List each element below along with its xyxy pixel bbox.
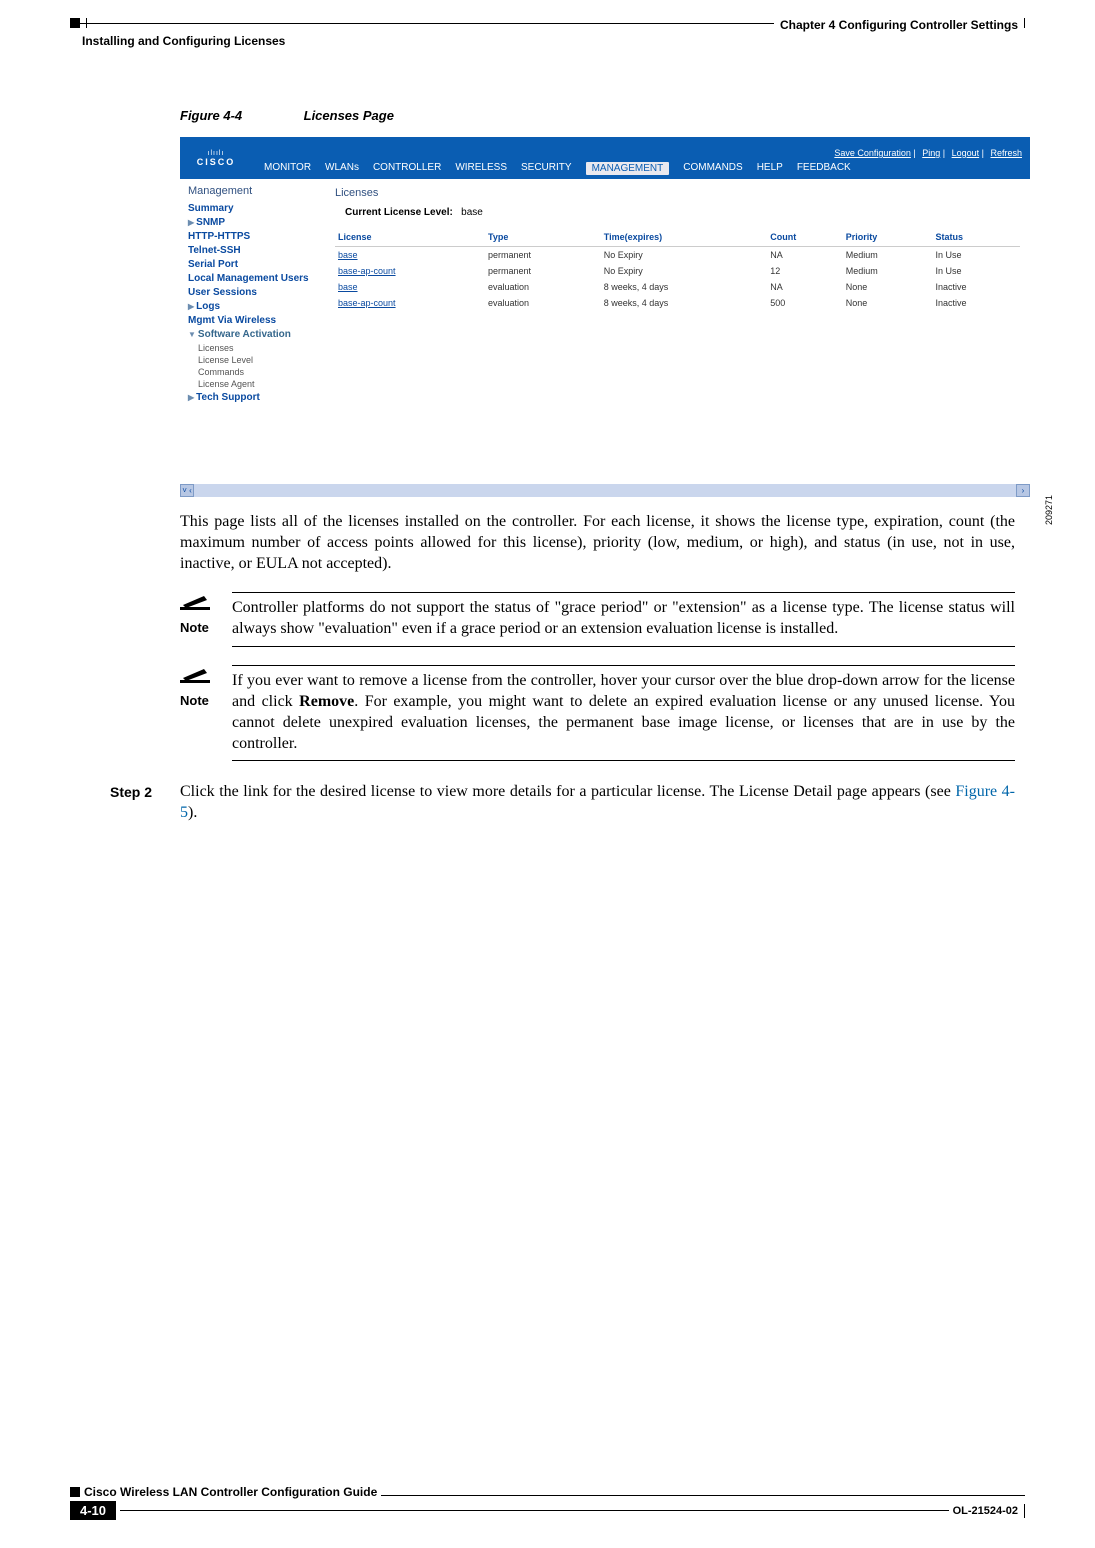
tab-feedback[interactable]: FEEDBACK <box>797 162 851 175</box>
chevron-right-icon: ▶ <box>188 302 194 311</box>
sidebar-software-activation[interactable]: ▼Software Activation <box>188 329 319 340</box>
chevron-right-icon: ▶ <box>188 218 194 227</box>
note-text: Controller platforms do not support the … <box>232 599 1015 637</box>
tab-help[interactable]: HELP <box>757 162 783 175</box>
figure-number: Figure 4-4 <box>180 108 300 123</box>
note-rule-bottom <box>232 760 1015 761</box>
tab-management[interactable]: MANAGEMENT <box>586 162 670 175</box>
tab-wireless[interactable]: WIRELESS <box>455 162 507 175</box>
figure-caption: Figure 4-4 Licenses Page <box>180 108 1025 123</box>
page-footer: Cisco Wireless LAN Controller Configurat… <box>70 1485 1025 1520</box>
step-label: Step 2 <box>110 781 180 823</box>
table-row: base evaluation 8 weeks, 4 days NA None … <box>335 279 1020 295</box>
sidebar-sub-license-agent[interactable]: License Agent <box>198 379 319 389</box>
cisco-logo-text: CISCO <box>197 157 236 167</box>
sidebar-mgmt-wireless[interactable]: Mgmt Via Wireless <box>188 315 319 326</box>
col-priority: Priority <box>843 228 933 247</box>
license-link[interactable]: base <box>335 247 485 264</box>
header-square-left <box>70 18 80 28</box>
note-rule-top <box>232 665 1015 666</box>
col-time: Time(expires) <box>601 228 768 247</box>
note-rule-bottom <box>232 646 1015 647</box>
note-block-1: Note Controller platforms do not support… <box>180 592 1015 646</box>
note-text-bold: Remove <box>299 693 354 710</box>
page-number: 4-10 <box>70 1501 116 1520</box>
note-pencil-icon <box>180 594 210 612</box>
figure-title: Licenses Page <box>304 108 394 123</box>
chapter-title: Chapter 4 Configuring Controller Setting… <box>774 18 1018 32</box>
document-id: OL-21524-02 <box>953 1505 1018 1517</box>
license-link[interactable]: base-ap-count <box>335 263 485 279</box>
col-license: License <box>335 228 485 247</box>
note-rule-top <box>232 592 1015 593</box>
sidebar-logs[interactable]: ▶Logs <box>188 301 319 312</box>
sidebar-title: Management <box>188 185 319 197</box>
util-ping[interactable]: Ping <box>922 148 940 158</box>
cisco-logo-bars: ılıılı <box>208 150 225 157</box>
sidebar-telnet[interactable]: Telnet-SSH <box>188 245 319 256</box>
tab-security[interactable]: SECURITY <box>521 162 572 175</box>
scroll-track[interactable] <box>194 485 1016 496</box>
step-text-b: ). <box>188 804 197 821</box>
section-title: Installing and Configuring Licenses <box>82 34 1025 48</box>
sidebar-local-mgmt[interactable]: Local Management Users <box>188 273 319 284</box>
tab-monitor[interactable]: MONITOR <box>264 162 311 175</box>
table-header-row: License Type Time(expires) Count Priorit… <box>335 228 1020 247</box>
figure-side-id: 209271 <box>1044 495 1054 525</box>
note-pencil-icon <box>180 667 210 685</box>
tab-controller[interactable]: CONTROLLER <box>373 162 441 175</box>
util-refresh[interactable]: Refresh <box>990 148 1022 158</box>
sidebar-http[interactable]: HTTP-HTTPS <box>188 231 319 242</box>
current-license-level: Current License Level: base <box>345 207 1020 218</box>
note-label: Note <box>180 693 232 708</box>
app-topbar: ılıılı CISCO Save Configuration | Ping |… <box>180 137 1030 179</box>
sidebar-sub-commands[interactable]: Commands <box>198 367 319 377</box>
paragraph-intro: This page lists all of the licenses inst… <box>180 511 1015 574</box>
horizontal-scrollbar[interactable]: ˅ ‹ › <box>180 484 1030 497</box>
utility-links: Save Configuration | Ping | Logout | Ref… <box>252 145 1030 158</box>
footer-rule-2 <box>120 1510 949 1511</box>
col-count: Count <box>767 228 843 247</box>
step-text-a: Click the link for the desired license t… <box>180 783 955 800</box>
footer-rule <box>381 1495 1025 1496</box>
footer-vbar <box>1024 1504 1025 1518</box>
sidebar-tech-support[interactable]: ▶Tech Support <box>188 392 319 403</box>
note-label: Note <box>180 620 232 635</box>
main-title: Licenses <box>335 187 1020 199</box>
sidebar-serial[interactable]: Serial Port <box>188 259 319 270</box>
col-type: Type <box>485 228 601 247</box>
table-row: base permanent No Expiry NA Medium In Us… <box>335 247 1020 264</box>
tab-wlans[interactable]: WLANs <box>325 162 359 175</box>
chevron-down-icon: ▼ <box>188 330 196 339</box>
running-header: Chapter 4 Configuring Controller Setting… <box>70 18 1025 48</box>
sidebar-sub-license-level[interactable]: License Level <box>198 355 319 365</box>
util-logout[interactable]: Logout <box>952 148 980 158</box>
chevron-right-icon: ▶ <box>188 393 194 402</box>
tab-commands[interactable]: COMMANDS <box>683 162 742 175</box>
scroll-left-button[interactable]: ˅ ‹ <box>180 484 194 497</box>
scroll-right-button[interactable]: › <box>1016 484 1030 497</box>
col-status: Status <box>933 228 1020 247</box>
step-2: Step 2 Click the link for the desired li… <box>110 781 1015 823</box>
cisco-logo: ılıılı CISCO <box>180 137 252 179</box>
app-sidebar: Management Summary ▶SNMP HTTP-HTTPS Teln… <box>180 179 325 484</box>
sidebar-summary[interactable]: Summary <box>188 203 319 214</box>
util-save[interactable]: Save Configuration <box>834 148 911 158</box>
sidebar-snmp[interactable]: ▶SNMP <box>188 217 319 228</box>
licenses-table: License Type Time(expires) Count Priorit… <box>335 228 1020 311</box>
license-link[interactable]: base <box>335 279 485 295</box>
sidebar-sub-licenses[interactable]: Licenses <box>198 343 319 353</box>
footer-title: Cisco Wireless LAN Controller Configurat… <box>84 1485 377 1499</box>
figure-embedded-app: ılıılı CISCO Save Configuration | Ping |… <box>180 137 1030 497</box>
note-block-2: Note If you ever want to remove a licens… <box>180 665 1015 761</box>
header-vbar-right <box>1024 18 1025 28</box>
footer-square <box>70 1487 80 1497</box>
table-row: base-ap-count permanent No Expiry 12 Med… <box>335 263 1020 279</box>
header-rule-long <box>87 23 774 24</box>
table-row: base-ap-count evaluation 8 weeks, 4 days… <box>335 295 1020 311</box>
license-link[interactable]: base-ap-count <box>335 295 485 311</box>
app-main: Licenses Current License Level: base Lic… <box>325 179 1030 484</box>
sidebar-user-sessions[interactable]: User Sessions <box>188 287 319 298</box>
main-tabs: MONITOR WLANs CONTROLLER WIRELESS SECURI… <box>252 158 1030 179</box>
